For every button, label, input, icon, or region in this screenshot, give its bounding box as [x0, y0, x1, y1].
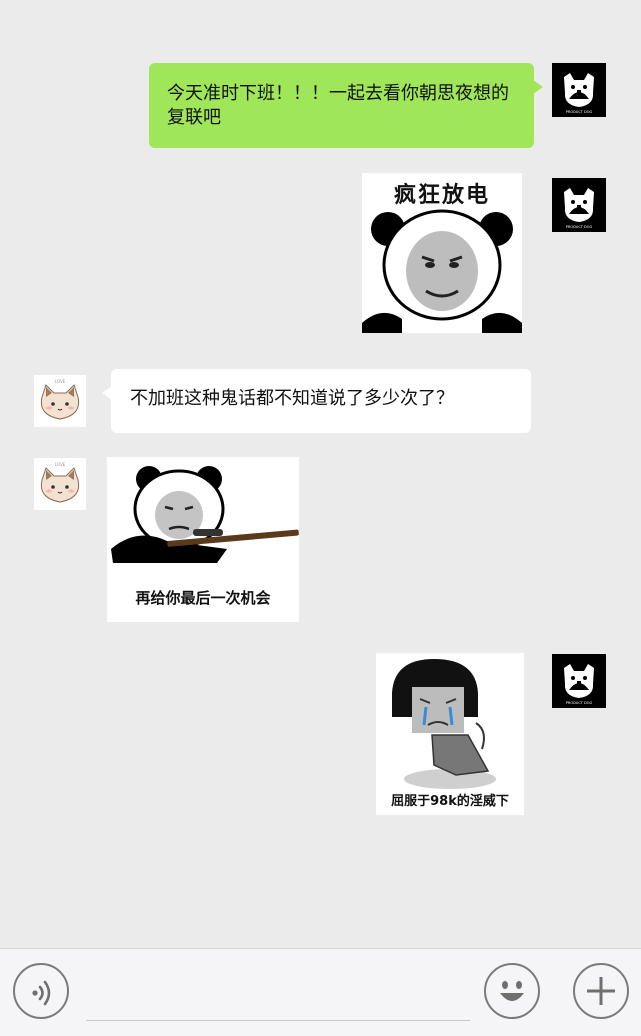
svg-text:PRODUCT DOG: PRODUCT DOG: [566, 110, 593, 114]
contact-message-bubble[interactable]: 不加班这种鬼话都不知道说了多少次了？: [102, 369, 531, 433]
cat-face-icon: LOVE: [34, 375, 86, 427]
plus-button[interactable]: [573, 963, 629, 1019]
contact-avatar[interactable]: LOVE: [34, 458, 86, 510]
input-bar: [0, 948, 641, 1036]
svg-text:PRODUCT DOG: PRODUCT DOG: [566, 701, 593, 705]
voice-icon: [32, 980, 51, 1006]
contact-sticker-message[interactable]: 再给你最后一次机会: [107, 457, 299, 622]
my-sticker-message[interactable]: 屈服于98k的淫威下: [376, 653, 524, 815]
chat-area: 今天准时下班！！！一起去看你朝思夜想的复联吧 PRODUCT DOG 疯狂放电: [0, 0, 641, 948]
voice-button[interactable]: [13, 963, 69, 1019]
dog-face-icon: PRODUCT DOG: [552, 654, 606, 708]
dog-face-icon: PRODUCT DOG: [552, 178, 606, 232]
plus-icon: [587, 977, 615, 1005]
sticker-caption: 屈服于98k的淫威下: [391, 794, 509, 809]
sticker-caption: 再给你最后一次机会: [135, 589, 271, 607]
message-text: 今天准时下班！！！一起去看你朝思夜想的复联吧: [167, 83, 509, 128]
message-text: 不加班这种鬼话都不知道说了多少次了？: [130, 388, 454, 409]
contact-avatar[interactable]: LOVE: [34, 375, 86, 427]
emoji-button[interactable]: [484, 963, 540, 1019]
svg-text:LOVE: LOVE: [55, 379, 66, 384]
svg-text:PRODUCT DOG: PRODUCT DOG: [566, 225, 593, 229]
my-message-bubble[interactable]: 今天准时下班！！！一起去看你朝思夜想的复联吧: [149, 63, 543, 148]
emoji-icon: [500, 981, 524, 1001]
cat-face-icon: LOVE: [34, 458, 86, 510]
message-input[interactable]: [86, 967, 470, 1021]
sticker-caption: 疯狂放电: [393, 183, 490, 208]
svg-text:LOVE: LOVE: [55, 462, 66, 467]
my-avatar[interactable]: PRODUCT DOG: [552, 654, 606, 708]
my-avatar[interactable]: PRODUCT DOG: [552, 178, 606, 232]
my-avatar[interactable]: PRODUCT DOG: [552, 63, 606, 117]
dog-face-icon: PRODUCT DOG: [552, 63, 606, 117]
my-sticker-message[interactable]: 疯狂放电: [362, 173, 522, 333]
